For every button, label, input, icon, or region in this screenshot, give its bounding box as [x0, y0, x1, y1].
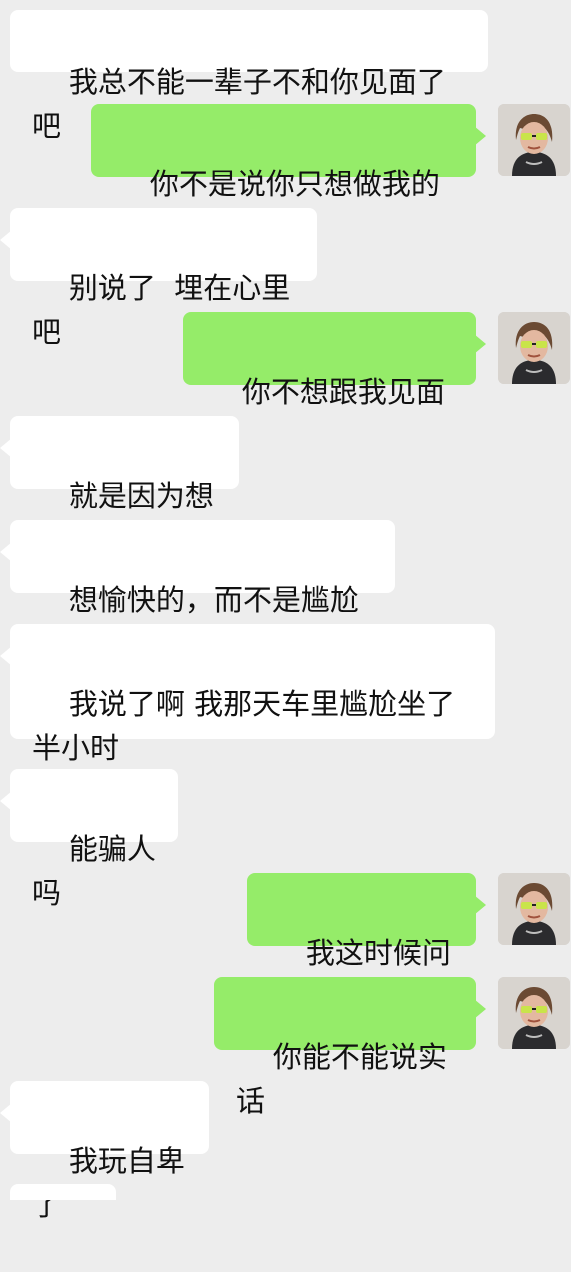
user-avatar-icon [498, 104, 570, 176]
chat-message-list[interactable]: 我总不能一辈子不和你见面了吧 你不是说你只想做我的狗 别说了 埋在心里吧 你不想… [0, 0, 571, 1222]
message-received[interactable]: 想愉快的，而不是尴尬的 [0, 520, 395, 661]
user-avatar-icon [498, 977, 570, 1049]
message-received[interactable]: 我说了啊 我那天车里尴尬坐了半小时 [0, 624, 495, 765]
message-received[interactable]: 别说了 埋在心里吧 [0, 208, 317, 349]
message-sent[interactable]: 你能不能说实话 [214, 977, 486, 1118]
message-text: 我玩自卑了 [32, 1144, 185, 1222]
message-text: 你不想跟我见面吗 [205, 375, 445, 453]
user-avatar-icon [498, 873, 570, 945]
message-sent[interactable]: 我这时候问你 [247, 873, 486, 1014]
user-avatar[interactable] [498, 104, 570, 176]
message-received-partial[interactable] [10, 1184, 116, 1200]
user-avatar-icon [498, 312, 570, 384]
user-avatar[interactable] [498, 977, 570, 1049]
message-received[interactable]: 我玩自卑了 [0, 1081, 209, 1222]
message-received[interactable]: 就是因为想啊 [0, 416, 239, 557]
message-text: 我说了啊 我那天车里尴尬坐了半小时 [32, 687, 456, 765]
user-avatar[interactable] [498, 312, 570, 384]
message-text: 能骗人吗 [32, 832, 156, 910]
user-avatar[interactable] [498, 873, 570, 945]
message-sent[interactable]: 你不想跟我见面吗 [183, 312, 486, 453]
message-sent[interactable]: 你不是说你只想做我的狗 [91, 104, 486, 245]
message-text: 你能不能说实话 [236, 1040, 447, 1118]
message-received[interactable]: 能骗人吗 [0, 769, 178, 910]
message-received[interactable]: 我总不能一辈子不和你见面了吧 [10, 10, 488, 143]
